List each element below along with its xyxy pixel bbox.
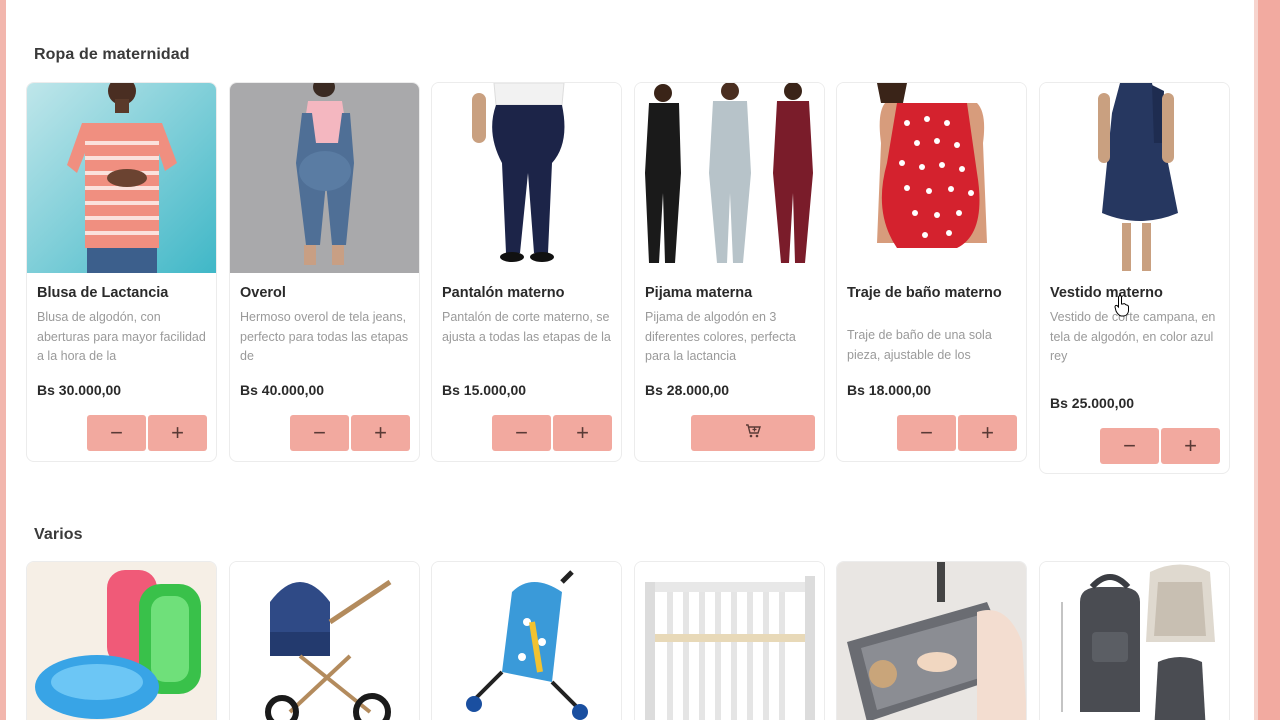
baby-bathtubs-icon[interactable]: [27, 562, 216, 720]
quantity-stepper: − +: [897, 415, 1017, 451]
product-price: Bs 28.000,00: [645, 382, 730, 398]
product-image-pants[interactable]: [432, 83, 621, 273]
hand-cursor-icon: [1114, 295, 1129, 317]
product-card[interactable]: Traje de baño materno Traje de baño de u…: [836, 82, 1027, 462]
product-description: Vestido de corte campana, en tela de alg…: [1050, 310, 1216, 363]
right-edge-decoration: [1258, 0, 1280, 720]
product-card[interactable]: Blusa de Lactancia Blusa de algodón, con…: [26, 82, 217, 462]
product-description: Pantalón de corte materno, se ajusta a t…: [442, 310, 611, 344]
product-name[interactable]: Overol: [240, 284, 411, 302]
quantity-stepper: − +: [492, 415, 612, 451]
quantity-stepper: − +: [87, 415, 207, 451]
increase-button[interactable]: +: [1161, 428, 1220, 464]
product-description: Traje de baño de una sola pieza, ajustab…: [847, 328, 992, 362]
diaper-backpack-icon[interactable]: [1040, 562, 1229, 720]
product-name[interactable]: Pantalón materno: [442, 284, 613, 302]
increase-button[interactable]: +: [148, 415, 207, 451]
baby-stroller-icon[interactable]: [432, 562, 621, 720]
product-image-overalls[interactable]: [230, 83, 419, 273]
product-price: Bs 30.000,00: [37, 382, 122, 398]
product-card[interactable]: Pijama materna Pijama de algodón en 3 di…: [634, 82, 825, 462]
decrease-button[interactable]: −: [87, 415, 146, 451]
product-name[interactable]: Vestido materno: [1050, 284, 1221, 302]
product-price: Bs 18.000,00: [847, 382, 932, 398]
product-card[interactable]: Pantalón materno Pantalón de corte mater…: [431, 82, 622, 462]
product-name[interactable]: Blusa de Lactancia: [37, 284, 208, 302]
product-card[interactable]: [634, 561, 825, 720]
product-card[interactable]: [26, 561, 217, 720]
playard-crib-icon[interactable]: [837, 562, 1026, 720]
section-title-varios: Varios: [34, 526, 83, 543]
product-card[interactable]: [1039, 561, 1230, 720]
product-image-blouse[interactable]: [27, 83, 216, 273]
left-edge-decoration: [0, 0, 6, 720]
decrease-button[interactable]: −: [492, 415, 551, 451]
decrease-button[interactable]: −: [1100, 428, 1159, 464]
decrease-button[interactable]: −: [897, 415, 956, 451]
product-card[interactable]: [836, 561, 1027, 720]
product-price: Bs 15.000,00: [442, 382, 527, 398]
product-card[interactable]: [431, 561, 622, 720]
product-description: Pijama de algodón en 3 diferentes colore…: [645, 310, 796, 363]
product-description: Hermoso overol de tela jeans, perfecto p…: [240, 310, 409, 363]
increase-button[interactable]: +: [351, 415, 410, 451]
product-name[interactable]: Traje de baño materno: [847, 284, 1018, 302]
increase-button[interactable]: +: [958, 415, 1017, 451]
cart-add-icon: [745, 423, 761, 443]
baby-crib-icon[interactable]: [635, 562, 824, 720]
product-image-swimsuit[interactable]: [837, 83, 1026, 273]
add-to-cart-button[interactable]: [691, 415, 815, 451]
product-card[interactable]: Overol Hermoso overol de tela jeans, per…: [229, 82, 420, 462]
product-price: Bs 25.000,00: [1050, 395, 1135, 411]
product-description: Blusa de algodón, con aberturas para may…: [37, 310, 206, 363]
product-name[interactable]: Pijama materna: [645, 284, 816, 302]
product-image-dress[interactable]: [1040, 83, 1229, 273]
increase-button[interactable]: +: [553, 415, 612, 451]
product-image-pajamas[interactable]: [635, 83, 824, 273]
quantity-stepper: − +: [1100, 428, 1220, 464]
decrease-button[interactable]: −: [290, 415, 349, 451]
quantity-stepper: − +: [290, 415, 410, 451]
product-card[interactable]: [229, 561, 420, 720]
baby-pram-icon[interactable]: [230, 562, 419, 720]
product-card[interactable]: Vestido materno Vestido de corte campana…: [1039, 82, 1230, 474]
product-price: Bs 40.000,00: [240, 382, 325, 398]
section-title-ropa: Ropa de maternidad: [34, 46, 190, 63]
